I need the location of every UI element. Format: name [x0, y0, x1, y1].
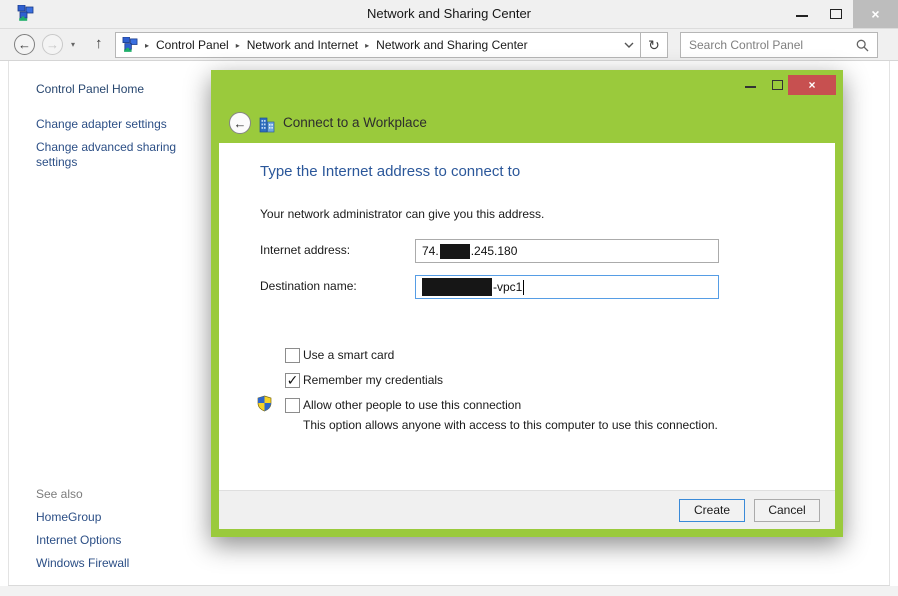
dialog-close-button[interactable]: ×: [788, 75, 836, 95]
title-bar: Network and Sharing Center ×: [0, 0, 898, 28]
refresh-button[interactable]: ↻: [641, 37, 667, 54]
remember-credentials-checkbox[interactable]: ✓: [285, 373, 300, 388]
allow-other-people-description: This option allows anyone with access to…: [303, 418, 718, 432]
up-button[interactable]: ↑: [95, 35, 103, 52]
use-smart-card-checkbox[interactable]: [285, 348, 300, 363]
recent-pages-dropdown[interactable]: ▾: [71, 40, 75, 49]
refresh-icon: ↻: [648, 37, 660, 53]
minimize-icon: [796, 15, 808, 17]
forward-button[interactable]: →: [42, 34, 63, 55]
back-icon: ←: [234, 116, 247, 131]
address-bar: ← → ▾ ↑ ▸ Control Panel ▸ Network and In…: [0, 28, 898, 61]
network-sharing-center-window: Network and Sharing Center × ← → ▾ ↑: [0, 0, 898, 596]
close-button[interactable]: ×: [853, 0, 898, 28]
dialog-title: Connect to a Workplace: [283, 115, 427, 130]
sidebar-item-internet-options[interactable]: Internet Options: [36, 533, 121, 548]
sidebar-item-change-adapter-settings[interactable]: Change adapter settings: [36, 117, 167, 132]
breadcrumb: ▸ Control Panel ▸ Network and Internet ▸…: [115, 32, 668, 58]
dialog-minimize-button[interactable]: [745, 86, 756, 88]
back-icon: ←: [18, 37, 31, 52]
window-frame-strip: [0, 586, 898, 596]
sidebar-item-change-advanced-sharing-settings[interactable]: Change advanced sharing settings: [36, 140, 194, 170]
connect-to-workplace-dialog: × ← Connect to a Workplace Type the Inte…: [211, 70, 843, 537]
use-smart-card-label[interactable]: Use a smart card: [303, 348, 394, 362]
breadcrumb-item-network-and-internet[interactable]: Network and Internet: [247, 38, 358, 52]
window-frame-right: [889, 61, 890, 586]
window-controls: ×: [785, 0, 898, 28]
window-frame-left: [8, 61, 9, 586]
window-title: Network and Sharing Center: [0, 6, 898, 21]
search-icon[interactable]: [856, 39, 869, 52]
workplace-icon: [258, 116, 276, 134]
up-arrow-icon: ↑: [95, 35, 103, 52]
internet-address-field[interactable]: 74. .245.180: [415, 239, 719, 263]
maximize-icon: [830, 9, 842, 19]
dialog-footer: Create Cancel: [219, 490, 835, 529]
dialog-subtext: Your network administrator can give you …: [260, 207, 544, 221]
search-input[interactable]: Search Control Panel: [680, 32, 878, 58]
text-caret: [523, 280, 524, 295]
sidebar-item-windows-firewall[interactable]: Windows Firewall: [36, 556, 129, 571]
main-content: Control Panel Home Change adapter settin…: [0, 61, 898, 596]
destination-name-label: Destination name:: [260, 279, 357, 293]
back-button[interactable]: ←: [14, 34, 35, 55]
create-button[interactable]: Create: [679, 499, 745, 522]
chevron-down-icon: ▾: [71, 40, 75, 49]
address-dropdown-button[interactable]: [618, 42, 640, 48]
breadcrumb-separator-icon[interactable]: ▸: [365, 41, 369, 50]
cancel-button[interactable]: Cancel: [754, 499, 820, 522]
sidebar-item-control-panel-home[interactable]: Control Panel Home: [36, 82, 144, 97]
sidebar-item-homegroup[interactable]: HomeGroup: [36, 510, 101, 525]
forward-icon: →: [46, 37, 59, 52]
destination-name-value-suffix: -vpc1: [493, 280, 522, 294]
dialog-back-button[interactable]: ←: [229, 112, 251, 134]
network-location-icon[interactable]: [122, 37, 138, 53]
breadcrumb-separator-icon[interactable]: ▸: [236, 41, 240, 50]
dialog-body: Type the Internet address to connect to …: [219, 143, 835, 490]
dialog-maximize-button[interactable]: [772, 80, 783, 90]
remember-credentials-label[interactable]: Remember my credentials: [303, 373, 443, 387]
uac-shield-icon: [256, 395, 273, 412]
allow-other-people-checkbox[interactable]: [285, 398, 300, 413]
minimize-button[interactable]: [785, 0, 819, 28]
internet-address-label: Internet address:: [260, 243, 350, 257]
breadcrumb-item-network-and-sharing-center[interactable]: Network and Sharing Center: [376, 38, 527, 52]
internet-address-value-suffix: .245.180: [471, 244, 518, 258]
search-placeholder: Search Control Panel: [689, 38, 856, 52]
allow-other-people-label[interactable]: Allow other people to use this connectio…: [303, 398, 521, 412]
close-icon: ×: [871, 6, 879, 22]
maximize-button[interactable]: [819, 0, 853, 28]
chevron-down-icon: [624, 42, 634, 48]
redaction-box: [440, 244, 470, 259]
close-icon: ×: [808, 78, 815, 92]
destination-name-field[interactable]: -vpc1: [415, 275, 719, 299]
breadcrumb-item-control-panel[interactable]: Control Panel: [156, 38, 229, 52]
dialog-heading: Type the Internet address to connect to: [260, 163, 520, 180]
breadcrumb-separator-icon[interactable]: ▸: [145, 41, 149, 50]
internet-address-value-prefix: 74.: [422, 244, 439, 258]
redaction-box: [422, 278, 492, 296]
see-also-label: See also: [36, 487, 83, 502]
